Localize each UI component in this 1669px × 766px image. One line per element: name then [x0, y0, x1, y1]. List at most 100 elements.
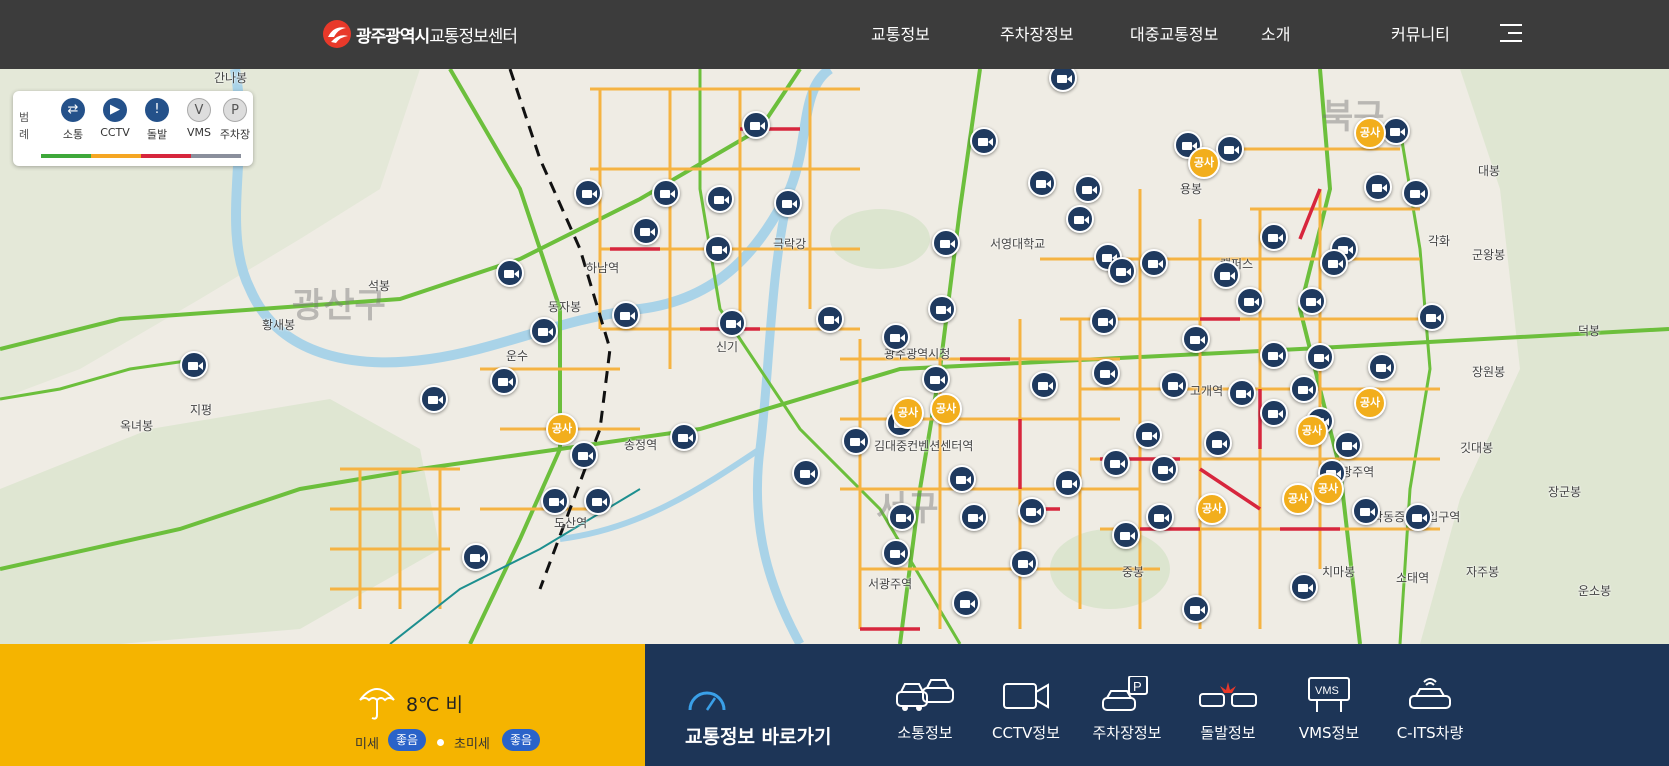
- cctv-marker[interactable]: [1160, 371, 1188, 399]
- nav-community[interactable]: 커뮤니티: [1391, 21, 1450, 45]
- construction-marker[interactable]: 공사: [930, 393, 962, 425]
- hamburger-menu-icon[interactable]: [1500, 24, 1522, 44]
- cctv-marker[interactable]: [612, 301, 640, 329]
- cctv-marker[interactable]: [584, 487, 612, 515]
- cctv-marker[interactable]: [632, 217, 660, 245]
- cctv-marker[interactable]: [816, 305, 844, 333]
- cctv-marker[interactable]: [1298, 287, 1326, 315]
- cctv-marker[interactable]: [1090, 307, 1118, 335]
- cctv-marker[interactable]: [1290, 375, 1318, 403]
- cctv-marker[interactable]: [1028, 169, 1056, 197]
- cctv-marker[interactable]: [574, 179, 602, 207]
- cctv-marker[interactable]: [774, 189, 802, 217]
- cctv-marker[interactable]: [1108, 257, 1136, 285]
- legend-traffic-flow[interactable]: ⇄ 소통: [50, 98, 96, 142]
- cctv-marker[interactable]: [742, 111, 770, 139]
- cctv-marker[interactable]: [1074, 175, 1102, 203]
- cctv-marker[interactable]: [1030, 371, 1058, 399]
- cctv-marker[interactable]: [1140, 249, 1168, 277]
- cctv-marker[interactable]: [180, 351, 208, 379]
- cctv-marker[interactable]: [1382, 117, 1410, 145]
- cctv-marker[interactable]: [704, 235, 732, 263]
- cctv-marker[interactable]: [1260, 341, 1288, 369]
- cctv-marker[interactable]: [1260, 223, 1288, 251]
- shortcut-c-its-vehicle[interactable]: C-ITS차량: [1385, 676, 1475, 743]
- cctv-marker[interactable]: [1150, 455, 1178, 483]
- construction-marker[interactable]: 공사: [1196, 493, 1228, 525]
- cctv-marker[interactable]: [1212, 261, 1240, 289]
- nav-parking-info[interactable]: 주차장정보: [1000, 21, 1074, 45]
- cctv-marker[interactable]: [1368, 353, 1396, 381]
- cctv-marker[interactable]: [1402, 179, 1430, 207]
- legend-incident[interactable]: ! 돌발: [134, 98, 180, 142]
- cctv-marker[interactable]: [1182, 595, 1210, 623]
- cctv-marker[interactable]: [1260, 399, 1288, 427]
- construction-marker[interactable]: 공사: [892, 397, 924, 429]
- construction-marker[interactable]: 공사: [1296, 415, 1328, 447]
- legend-cctv[interactable]: ▶ CCTV: [92, 98, 138, 139]
- site-logo[interactable]: 광주광역시교통정보센터: [322, 17, 518, 51]
- cctv-marker[interactable]: [1404, 503, 1432, 531]
- construction-marker[interactable]: 공사: [1354, 387, 1386, 419]
- cctv-marker[interactable]: [1334, 431, 1362, 459]
- cctv-marker[interactable]: [948, 465, 976, 493]
- cctv-marker[interactable]: [1236, 287, 1264, 315]
- construction-marker[interactable]: 공사: [1188, 147, 1220, 179]
- cctv-marker[interactable]: [1146, 503, 1174, 531]
- cctv-marker[interactable]: [670, 423, 698, 451]
- cctv-marker[interactable]: [970, 127, 998, 155]
- nav-about[interactable]: 소개: [1261, 21, 1290, 45]
- construction-marker[interactable]: 공사: [546, 413, 578, 445]
- construction-marker[interactable]: 공사: [1354, 117, 1386, 149]
- construction-marker[interactable]: 공사: [1282, 483, 1314, 515]
- cctv-marker[interactable]: [1134, 421, 1162, 449]
- cctv-marker[interactable]: [530, 317, 558, 345]
- cctv-marker[interactable]: [922, 365, 950, 393]
- cctv-marker[interactable]: [1228, 379, 1256, 407]
- cctv-marker[interactable]: [952, 589, 980, 617]
- cctv-marker[interactable]: [706, 185, 734, 213]
- cctv-marker[interactable]: [1306, 343, 1334, 371]
- cctv-marker[interactable]: [1216, 135, 1244, 163]
- cctv-marker[interactable]: [1092, 359, 1120, 387]
- cctv-marker[interactable]: [792, 459, 820, 487]
- shortcut-cctv-info[interactable]: CCTV정보: [981, 676, 1071, 743]
- cctv-marker[interactable]: [1182, 325, 1210, 353]
- cctv-marker[interactable]: [1418, 303, 1446, 331]
- cctv-marker[interactable]: [420, 385, 448, 413]
- cctv-marker[interactable]: [882, 539, 910, 567]
- cctv-marker[interactable]: [462, 543, 490, 571]
- nav-public-transit[interactable]: 대중교통정보: [1130, 21, 1218, 45]
- cctv-marker[interactable]: [882, 323, 910, 351]
- cctv-marker[interactable]: [1290, 573, 1318, 601]
- shortcut-vms-info[interactable]: VMS VMS정보: [1284, 676, 1374, 743]
- cctv-marker[interactable]: [928, 295, 956, 323]
- cctv-marker[interactable]: [1018, 497, 1046, 525]
- cctv-marker[interactable]: [1364, 173, 1392, 201]
- cctv-marker[interactable]: [570, 441, 598, 469]
- construction-marker[interactable]: 공사: [1312, 473, 1344, 505]
- cctv-marker[interactable]: [932, 229, 960, 257]
- cctv-marker[interactable]: [490, 367, 518, 395]
- cctv-marker[interactable]: [888, 503, 916, 531]
- cctv-marker[interactable]: [718, 309, 746, 337]
- shortcut-traffic-info[interactable]: 소통정보: [880, 676, 970, 743]
- cctv-marker[interactable]: [1102, 449, 1130, 477]
- cctv-marker[interactable]: [496, 259, 524, 287]
- place-label: 지평: [190, 403, 213, 417]
- cctv-marker[interactable]: [652, 179, 680, 207]
- cctv-marker[interactable]: [960, 503, 988, 531]
- cctv-marker[interactable]: [1054, 469, 1082, 497]
- cctv-marker[interactable]: [541, 487, 569, 515]
- shortcut-incident-info[interactable]: 돌발정보: [1183, 676, 1273, 743]
- nav-traffic-info[interactable]: 교통정보: [871, 21, 930, 45]
- shortcut-parking-info[interactable]: P 주차장정보: [1082, 676, 1172, 743]
- legend-parking[interactable]: P 주차장: [212, 98, 258, 142]
- cctv-marker[interactable]: [1352, 497, 1380, 525]
- cctv-marker[interactable]: [1204, 429, 1232, 457]
- cctv-marker[interactable]: [1066, 205, 1094, 233]
- cctv-marker[interactable]: [1010, 549, 1038, 577]
- cctv-marker[interactable]: [1320, 249, 1348, 277]
- cctv-marker[interactable]: [1112, 521, 1140, 549]
- cctv-marker[interactable]: [842, 427, 870, 455]
